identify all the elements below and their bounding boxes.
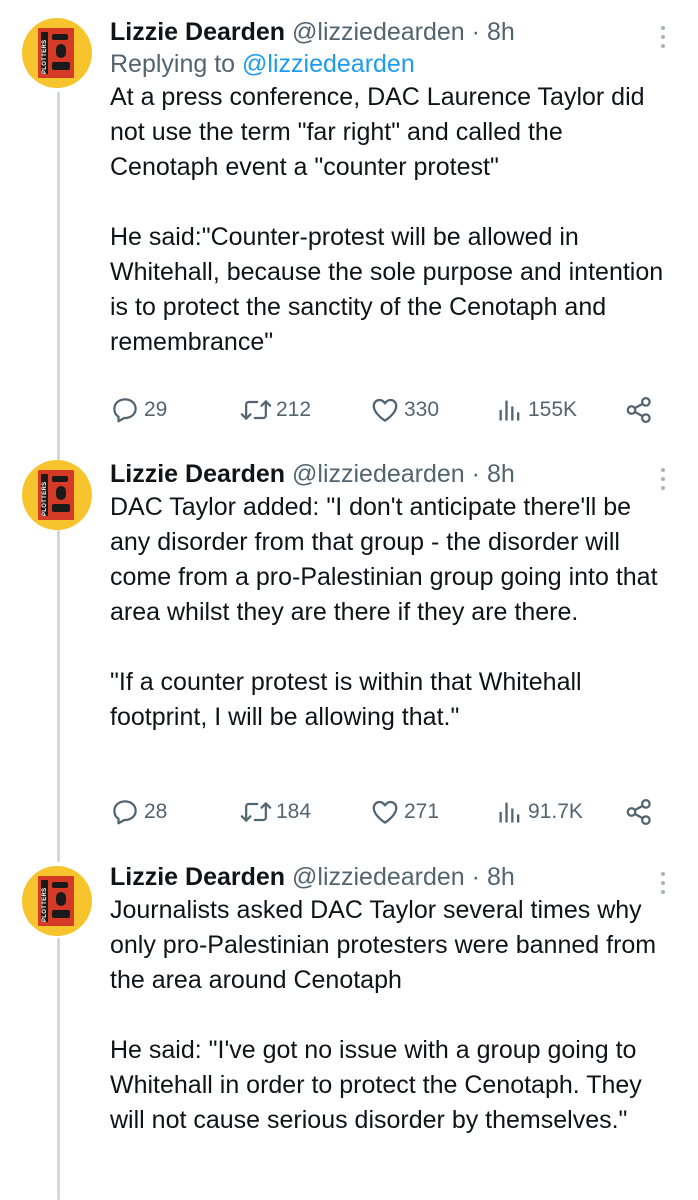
- tweet-text: DAC Taylor added: "I don't anticipate th…: [110, 493, 658, 731]
- thread-line: [57, 92, 60, 460]
- views-icon: [496, 395, 524, 425]
- avatar-book-title: PLOTTERS: [42, 887, 48, 922]
- like-count: 330: [404, 398, 440, 421]
- author-name[interactable]: Lizzie Dearden: [110, 460, 285, 488]
- like-button[interactable]: 330: [370, 392, 439, 428]
- share-button[interactable]: [624, 392, 654, 428]
- views-button[interactable]: 91.7K: [496, 794, 583, 830]
- replying-to-label: Replying to: [110, 50, 236, 78]
- timestamp[interactable]: 8h: [487, 460, 515, 488]
- reply-icon: [110, 797, 140, 827]
- author-name[interactable]: Lizzie Dearden: [110, 863, 285, 891]
- tweet: Lizzie Dearden @lizziedearden · 8h Reply…: [110, 16, 670, 360]
- avatar[interactable]: PLOTTERS: [22, 460, 92, 530]
- thread-line: [57, 530, 60, 862]
- tweet-actions: 29 212 330 155K: [110, 392, 666, 428]
- views-count: 155K: [528, 398, 578, 421]
- tweet-header: Lizzie Dearden @lizziedearden · 8h: [110, 16, 670, 48]
- like-icon: [370, 797, 400, 827]
- timestamp[interactable]: 8h: [487, 863, 515, 891]
- views-count: 91.7K: [528, 800, 583, 823]
- author-name[interactable]: Lizzie Dearden: [110, 18, 285, 46]
- retweet-icon: [240, 395, 272, 425]
- reply-icon: [110, 395, 140, 425]
- author-handle[interactable]: @lizziedearden: [292, 18, 465, 46]
- retweet-button[interactable]: 212: [240, 392, 311, 428]
- replying-to-handle[interactable]: @lizziedearden: [242, 50, 415, 78]
- reply-count: 28: [144, 800, 168, 823]
- avatar[interactable]: PLOTTERS: [22, 18, 92, 88]
- like-count: 271: [404, 800, 440, 823]
- share-icon: [624, 395, 654, 425]
- retweet-icon: [240, 797, 272, 827]
- separator: ·: [471, 460, 480, 488]
- separator: ·: [471, 18, 480, 46]
- tweet: Lizzie Dearden @lizziedearden · 8h Journ…: [110, 861, 670, 1138]
- tweet-text: Journalists asked DAC Taylor several tim…: [110, 896, 657, 1134]
- avatar-book-image: PLOTTERS: [38, 28, 74, 78]
- retweet-count: 212: [276, 398, 312, 421]
- tweet-actions: 28 184 271 91.7K: [110, 794, 666, 830]
- author-handle[interactable]: @lizziedearden: [292, 863, 465, 891]
- tweet: Lizzie Dearden @lizziedearden · 8h DAC T…: [110, 458, 670, 735]
- replying-to: Replying to @lizziedearden: [110, 48, 670, 80]
- reply-count: 29: [144, 398, 168, 421]
- separator: ·: [471, 863, 480, 891]
- avatar[interactable]: PLOTTERS: [22, 866, 92, 936]
- avatar-book-image: PLOTTERS: [38, 470, 74, 520]
- retweet-button[interactable]: 184: [240, 794, 311, 830]
- like-icon: [370, 395, 400, 425]
- views-button[interactable]: 155K: [496, 392, 577, 428]
- views-icon: [496, 797, 524, 827]
- timestamp[interactable]: 8h: [487, 18, 515, 46]
- avatar-book-title: PLOTTERS: [42, 39, 48, 74]
- author-handle[interactable]: @lizziedearden: [292, 460, 465, 488]
- share-icon: [624, 797, 654, 827]
- share-button[interactable]: [624, 794, 654, 830]
- tweet-header: Lizzie Dearden @lizziedearden · 8h: [110, 861, 670, 893]
- avatar-book-title: PLOTTERS: [42, 481, 48, 516]
- tweet-header: Lizzie Dearden @lizziedearden · 8h: [110, 458, 670, 490]
- avatar-book-image: PLOTTERS: [38, 876, 74, 926]
- thread-line: [57, 938, 60, 1200]
- reply-button[interactable]: 28: [110, 794, 167, 830]
- reply-button[interactable]: 29: [110, 392, 167, 428]
- retweet-count: 184: [276, 800, 312, 823]
- tweet-text: At a press conference, DAC Laurence Tayl…: [110, 83, 664, 356]
- like-button[interactable]: 271: [370, 794, 439, 830]
